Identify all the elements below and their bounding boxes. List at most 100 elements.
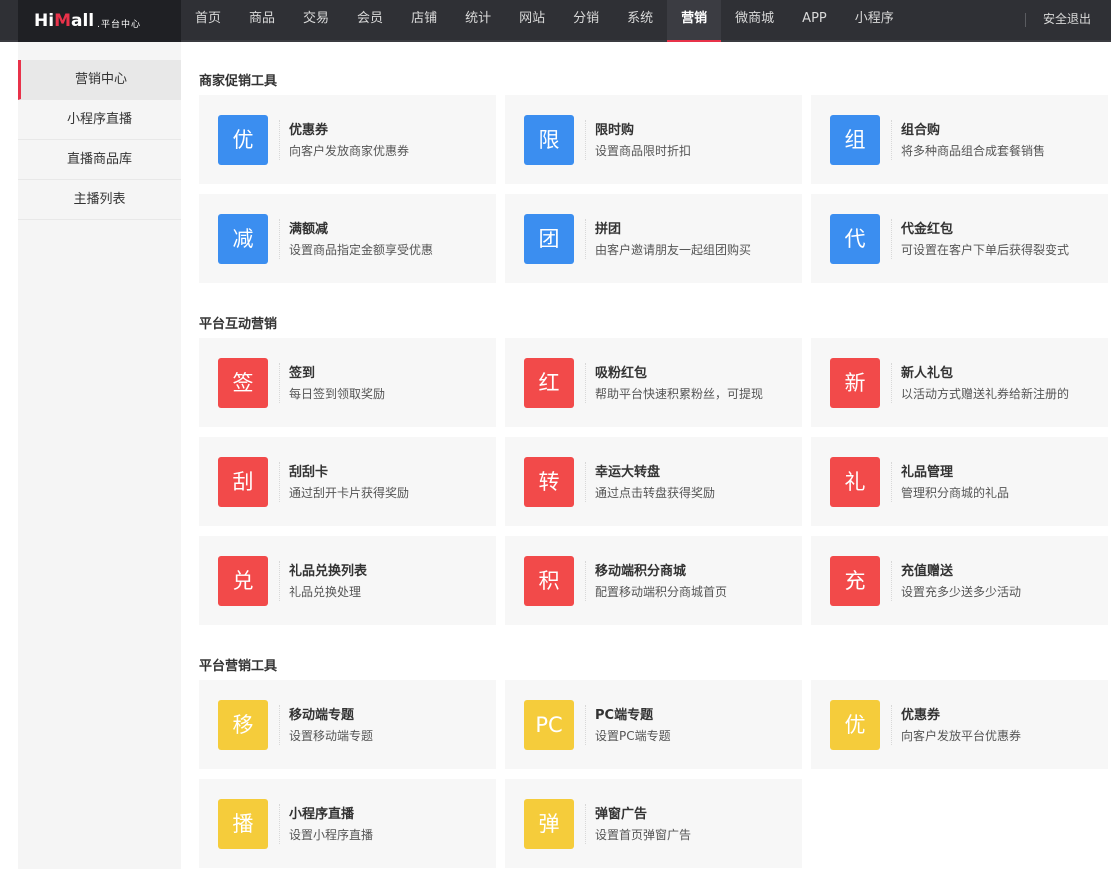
nav-item-3[interactable]: 会员 — [343, 0, 397, 42]
tool-card[interactable]: 礼 礼品管理 管理积分商城的礼品 — [811, 437, 1108, 526]
card-description: 向客户发放平台优惠券 — [901, 729, 1022, 743]
card-title: 满额减 — [289, 222, 329, 237]
card-description: 帮助平台快速积累粉丝，可提现 — [595, 387, 764, 401]
exchange-icon: 兑 — [218, 556, 268, 606]
card-divider — [279, 561, 280, 601]
tool-card[interactable]: 转 幸运大转盘 通过点击转盘获得奖励 — [505, 437, 802, 526]
sidebar: 营销中心 小程序直播 直播商品库 主播列表 — [18, 42, 181, 869]
card-title: 优惠券 — [901, 708, 941, 723]
tool-card[interactable]: 播 小程序直播 设置小程序直播 — [199, 779, 496, 868]
card-title: 新人礼包 — [901, 366, 954, 381]
tool-card[interactable]: 团 拼团 由客户邀请朋友一起组团购买 — [505, 194, 802, 283]
logo-suffix: .平台中心 — [97, 19, 141, 30]
pc-topic-icon: PC — [524, 700, 574, 750]
tool-card[interactable]: 优 优惠券向客户发放平台优惠券 — [811, 680, 1108, 769]
card-description: 设置移动端专题 — [289, 729, 374, 743]
bundle-icon: 组 — [830, 115, 880, 165]
red-packet-icon: 红 — [524, 358, 574, 408]
tool-card[interactable]: 充 充值赠送 设置充多少送多少活动 — [811, 536, 1108, 625]
card-description: 通过刮开卡片获得奖励 — [289, 486, 410, 500]
card-title: 小程序直播 — [289, 807, 355, 822]
card-title: 礼品兑换列表 — [289, 564, 368, 579]
section-title: 商家促销工具 — [199, 74, 278, 89]
tool-card[interactable]: PC PC端专题设置PC端专题 — [505, 680, 802, 769]
tool-card[interactable]: 刮 刮刮卡 通过刮开卡片获得奖励 — [199, 437, 496, 526]
card-description: 向客户发放商家优惠券 — [289, 144, 410, 158]
nav-item-12[interactable]: 小程序 — [841, 0, 908, 42]
top-bar: HiMall .平台中心 首页 商品 交易 会员 店铺 统计 网站 分销 系统 营销 微商城 APP 小… — [0, 0, 1111, 42]
card-divider — [891, 120, 892, 160]
card-title: 签到 — [289, 366, 316, 381]
nav-item-0[interactable]: 首页 — [181, 0, 235, 42]
tool-card[interactable]: 减 满额减设置商品指定金额享受优惠 — [199, 194, 496, 283]
card-divider — [279, 363, 280, 403]
card-divider — [585, 120, 586, 160]
logout-link[interactable]: 安全退出 — [1043, 0, 1091, 42]
group-buy-icon: 团 — [524, 214, 574, 264]
sidebar-item-2[interactable]: 直播商品库 — [18, 140, 181, 180]
live-stream-icon: 播 — [218, 799, 268, 849]
points-mall-icon: 积 — [524, 556, 574, 606]
card-description: 礼品兑换处理 — [289, 585, 362, 599]
card-divider — [279, 462, 280, 502]
logo[interactable]: HiMall .平台中心 — [18, 0, 181, 42]
nav-item-6[interactable]: 网站 — [505, 0, 559, 42]
card-description: 设置商品限时折扣 — [595, 144, 692, 158]
section-title: 平台营销工具 — [199, 659, 278, 674]
tool-card[interactable]: 积 移动端积分商城 配置移动端积分商城首页 — [505, 536, 802, 625]
tool-card[interactable]: 优 优惠券 向客户发放商家优惠券 — [199, 95, 496, 184]
nav-item-4[interactable]: 店铺 — [397, 0, 451, 42]
tool-card[interactable]: 红 吸粉红包帮助平台快速积累粉丝，可提现 — [505, 338, 802, 427]
card-title: 吸粉红包 — [595, 366, 648, 381]
new-user-gift-icon: 新 — [830, 358, 880, 408]
tool-card[interactable]: 新 新人礼包 以活动方式赠送礼券给新注册的 — [811, 338, 1108, 427]
scratch-card-icon: 刮 — [218, 457, 268, 507]
card-divider — [891, 219, 892, 259]
nav-item-5[interactable]: 统计 — [451, 0, 505, 42]
tool-card[interactable]: 移 移动端专题设置移动端专题 — [199, 680, 496, 769]
mobile-topic-icon: 移 — [218, 700, 268, 750]
card-title: 弹窗广告 — [595, 807, 648, 822]
lucky-wheel-icon: 转 — [524, 457, 574, 507]
sidebar-item-1[interactable]: 小程序直播 — [18, 100, 181, 140]
tool-card[interactable]: 组 组合购 将多种商品组合成套餐销售 — [811, 95, 1108, 184]
tool-card[interactable]: 代 代金红包 可设置在客户下单后获得裂变式 — [811, 194, 1108, 283]
nav-item-8[interactable]: 系统 — [613, 0, 667, 42]
card-title: 拼团 — [595, 222, 622, 237]
tool-card[interactable]: 限 限时购 设置商品限时折扣 — [505, 95, 802, 184]
sidebar-item-3[interactable]: 主播列表 — [18, 180, 181, 220]
card-title: 移动端积分商城 — [595, 564, 687, 579]
sidebar-item-0[interactable]: 营销中心 — [18, 60, 181, 100]
nav-item-2[interactable]: 交易 — [289, 0, 343, 42]
nav-item-9[interactable]: 营销 — [667, 0, 722, 42]
card-divider — [891, 705, 892, 745]
tool-card[interactable]: 弹 弹窗广告 设置首页弹窗广告 — [505, 779, 802, 868]
card-divider — [585, 363, 586, 403]
card-title: 幸运大转盘 — [595, 465, 661, 480]
card-divider — [279, 804, 280, 844]
card-description: 设置首页弹窗广告 — [595, 828, 692, 842]
nav-item-7[interactable]: 分销 — [559, 0, 613, 42]
card-divider — [279, 219, 280, 259]
card-divider — [891, 363, 892, 403]
card-description: 设置充多少送多少活动 — [901, 585, 1022, 599]
card-description: 每日签到领取奖励 — [289, 387, 386, 401]
tool-card[interactable]: 签 签到 每日签到领取奖励 — [199, 338, 496, 427]
card-description: 设置PC端专题 — [595, 729, 671, 743]
nav-item-1[interactable]: 商品 — [235, 0, 289, 42]
logo-brand: HiMall — [34, 11, 95, 31]
discount-icon: 减 — [218, 214, 268, 264]
coupon-icon: 优 — [218, 115, 268, 165]
platform-coupon-icon: 优 — [830, 700, 880, 750]
nav-item-10[interactable]: 微商城 — [721, 0, 788, 42]
tool-card[interactable]: 兑 礼品兑换列表 礼品兑换处理 — [199, 536, 496, 625]
gift-icon: 礼 — [830, 457, 880, 507]
card-divider — [585, 804, 586, 844]
card-description: 管理积分商城的礼品 — [901, 486, 1010, 500]
card-title: 移动端专题 — [289, 708, 355, 723]
card-title: PC端专题 — [595, 708, 654, 723]
card-description: 设置商品指定金额享受优惠 — [289, 243, 434, 257]
nav-item-11[interactable]: APP — [788, 0, 841, 42]
card-title: 限时购 — [595, 123, 635, 138]
card-divider — [585, 219, 586, 259]
